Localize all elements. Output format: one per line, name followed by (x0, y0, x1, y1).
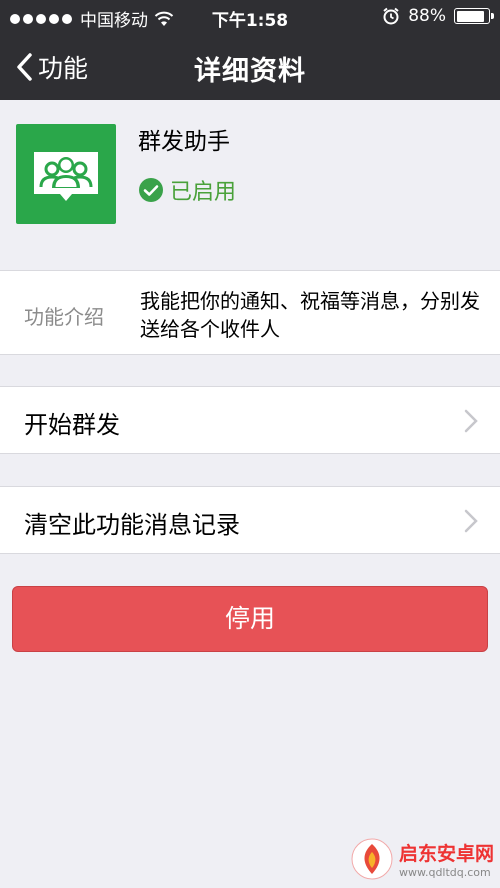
intro-label: 功能介绍 (24, 305, 104, 329)
check-circle-icon (139, 178, 163, 202)
intro-text: 我能把你的通知、祝福等消息，分别发送给各个收件人 (140, 289, 480, 341)
status-bar: 中国移动 下午1:58 88% (0, 0, 500, 34)
group-chat-icon (16, 124, 116, 224)
page-title: 详细资料 (194, 56, 306, 87)
watermark-url: www.qdltdq.com (398, 866, 491, 879)
watermark-text: 启东安卓网 www.qdltdq.com (399, 839, 494, 879)
battery-fill (456, 10, 484, 22)
site-logo-icon (351, 838, 393, 880)
status-text: 已启用 (170, 180, 237, 205)
status-right: 88% (382, 6, 494, 26)
chevron-right-icon (464, 409, 478, 433)
profile-header: 群发助手 已启用 (0, 100, 500, 238)
battery-percent: 88% (408, 6, 446, 26)
row-label: 清空此功能消息记录 (24, 511, 240, 539)
group-chat-glyph (34, 152, 98, 201)
battery-icon (454, 8, 494, 24)
enabled-status: 已启用 (138, 174, 236, 206)
watermark-name: 启东安卓网 (398, 843, 494, 865)
watermark: 启东安卓网 www.qdltdq.com (351, 838, 494, 880)
clear-history-row[interactable]: 清空此功能消息记录 (0, 486, 500, 554)
alarm-icon (383, 7, 399, 25)
intro-section: 功能介绍 我能把你的通知、祝福等消息，分别发送给各个收件人 (0, 270, 500, 355)
nav-bar: 功能 详细资料 (0, 34, 500, 100)
chevron-right-icon (464, 509, 478, 533)
row-label: 开始群发 (24, 411, 120, 439)
start-mass-send-row[interactable]: 开始群发 (0, 386, 500, 454)
header: 中国移动 下午1:58 88% 功能 详细资料 (0, 0, 500, 100)
disable-button[interactable]: 停用 (12, 586, 488, 652)
app-name: 群发助手 (138, 129, 230, 155)
